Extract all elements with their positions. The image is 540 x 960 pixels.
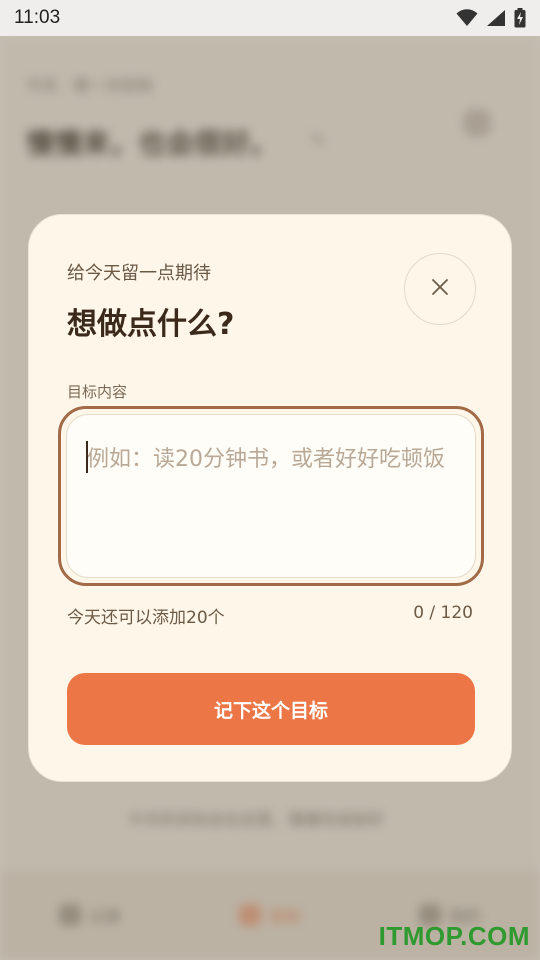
dialog-subtitle: 给今天留一点期待 <box>67 263 211 284</box>
remaining-goals-hint: 今天还可以添加20个 <box>67 608 225 628</box>
signal-icon <box>486 9 506 27</box>
watermark: ITMOP.COM <box>378 921 530 951</box>
status-icons <box>456 8 526 28</box>
close-icon <box>431 278 449 300</box>
goal-content-field-focus-ring: 例如：读20分钟书，或者好好吃顿饭 <box>58 406 484 586</box>
save-goal-button[interactable]: 记下这个目标 <box>67 673 475 745</box>
goal-content-input[interactable]: 例如：读20分钟书，或者好好吃顿饭 <box>66 414 476 578</box>
battery-charging-icon <box>514 8 526 28</box>
character-counter: 0 / 120 <box>413 603 473 623</box>
goal-content-placeholder: 例如：读20分钟书，或者好好吃顿饭 <box>87 447 445 472</box>
wifi-icon <box>456 9 478 27</box>
status-bar: 11:03 <box>0 0 540 36</box>
status-time: 11:03 <box>14 7 61 28</box>
add-goal-dialog: 给今天留一点期待 想做点什么? 目标内容 例如：读20分钟书，或者好好吃顿饭 今… <box>28 214 512 782</box>
goal-content-label: 目标内容 <box>67 383 128 401</box>
close-button[interactable] <box>404 253 476 325</box>
dialog-title: 想做点什么? <box>67 307 235 342</box>
